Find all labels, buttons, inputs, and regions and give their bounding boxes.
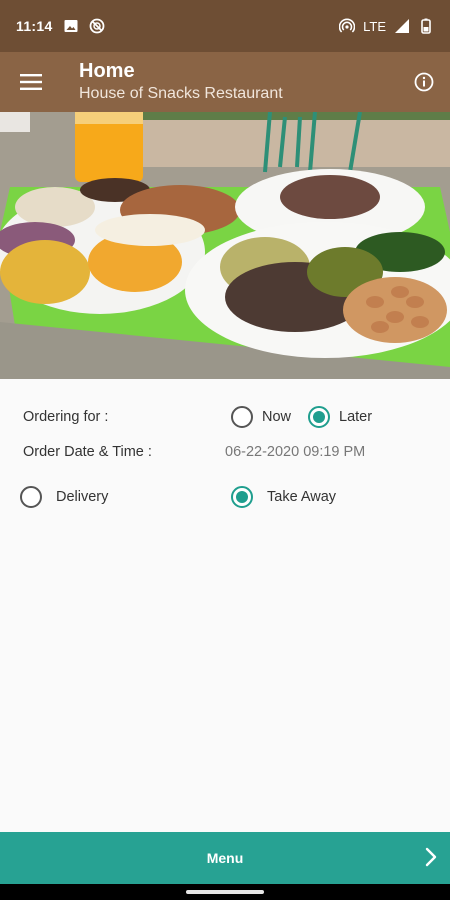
signal-icon: [395, 19, 409, 33]
menu-button[interactable]: [0, 52, 62, 112]
radio-take-away[interactable]: [231, 486, 253, 508]
delivery-label: Delivery: [56, 489, 109, 505]
delivery-option[interactable]: Delivery: [20, 486, 108, 508]
app-bar: Home House of Snacks Restaurant: [0, 52, 450, 112]
radio-delivery[interactable]: [20, 486, 42, 508]
menu-bottom-button[interactable]: Menu: [0, 832, 450, 884]
network-type: LTE: [363, 18, 386, 34]
status-bar: 11:14 LTE: [0, 0, 450, 52]
fulfillment-row: Delivery Take Away: [0, 482, 450, 512]
ordering-for-row: Ordering for : Now Later: [0, 402, 450, 432]
battery-icon: [421, 18, 431, 34]
restaurant-hero-image: [0, 112, 450, 379]
status-left: 11:14: [16, 18, 105, 34]
order-datetime-value[interactable]: 06-22-2020 09:19 PM: [225, 444, 365, 460]
system-nav-bar: [0, 884, 450, 900]
status-time: 11:14: [16, 18, 53, 34]
radio-later[interactable]: [308, 406, 330, 428]
page-title: Home: [79, 60, 135, 82]
no-disturb-icon: [89, 18, 104, 34]
info-icon: [414, 72, 434, 92]
hotspot-icon: [339, 18, 356, 33]
info-button[interactable]: [398, 52, 450, 112]
food-photo: [0, 112, 450, 379]
order-datetime-label: Order Date & Time :: [23, 444, 152, 460]
status-right: LTE: [339, 18, 434, 34]
hamburger-menu-icon: [20, 74, 42, 90]
radio-now[interactable]: [231, 406, 253, 428]
menu-button-label: Menu: [206, 850, 244, 866]
restaurant-name: House of Snacks Restaurant: [79, 85, 283, 102]
take-away-label: Take Away: [267, 489, 337, 505]
chevron-right-icon: [425, 847, 437, 867]
ordering-for-label: Ordering for :: [23, 409, 109, 425]
ordering-later-option[interactable]: Later: [308, 406, 372, 428]
ordering-later-label: Later: [339, 409, 373, 425]
app-bar-titles: Home House of Snacks Restaurant: [62, 59, 398, 105]
image-icon: [64, 20, 78, 32]
home-gesture-pill[interactable]: [186, 890, 264, 894]
order-datetime-row: Order Date & Time : 06-22-2020 09:19 PM: [0, 437, 450, 467]
ordering-now-option[interactable]: Now: [231, 406, 291, 428]
take-away-option[interactable]: Take Away: [231, 486, 336, 508]
ordering-now-label: Now: [262, 409, 292, 425]
